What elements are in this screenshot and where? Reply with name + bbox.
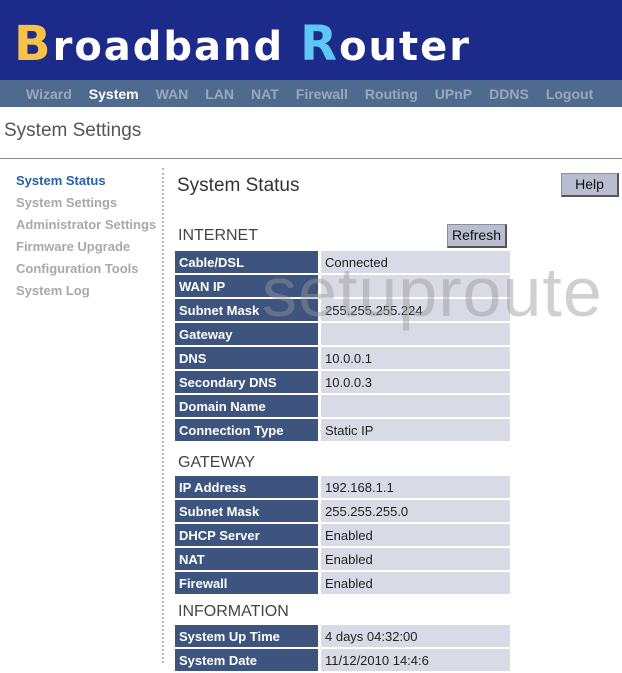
row-label: System Date <box>175 649 321 671</box>
vertical-divider <box>162 168 164 663</box>
row-label: Subnet Mask <box>175 299 321 321</box>
help-button[interactable]: Help <box>561 173 619 197</box>
information-heading: INFORMATION <box>178 603 289 620</box>
row-value: 255.255.255.0 <box>321 500 510 522</box>
logo: Broadband Router <box>14 16 471 72</box>
top-nav: Wizard System WAN LAN NAT Firewall Routing UPnP… <box>0 80 622 107</box>
row-label: System Up Time <box>175 625 321 647</box>
table-row: WAN IP <box>175 275 510 297</box>
sidebar-item-system-log[interactable]: System Log <box>16 283 156 305</box>
row-label: IP Address <box>175 476 321 498</box>
table-row: Domain Name <box>175 395 510 417</box>
internet-table: Cable/DSL Connected WAN IP Subnet Mask 255.2… <box>175 249 510 443</box>
row-label: WAN IP <box>175 275 321 297</box>
row-label: DNS <box>175 347 321 369</box>
header-banner: Broadband Router <box>0 0 622 80</box>
row-value: Enabled <box>321 548 510 570</box>
sidebar-item-administrator-settings[interactable]: Administrator Settings <box>16 217 156 239</box>
row-label: DHCP Server <box>175 524 321 546</box>
sidebar-item-firmware-upgrade[interactable]: Firmware Upgrade <box>16 239 156 261</box>
row-value: Connected <box>321 251 510 273</box>
row-value <box>321 395 510 417</box>
row-label: NAT <box>175 548 321 570</box>
table-row: DNS 10.0.0.1 <box>175 347 510 369</box>
sidebar-item-configuration-tools[interactable]: Configuration Tools <box>16 261 156 283</box>
refresh-button[interactable]: Refresh <box>447 224 507 248</box>
table-row: Firewall Enabled <box>175 572 510 594</box>
row-value: 4 days 04:32:00 <box>321 625 510 647</box>
row-value <box>321 275 510 297</box>
row-label: Cable/DSL <box>175 251 321 273</box>
row-label: Domain Name <box>175 395 321 417</box>
sidebar: System Status System Settings Administrato… <box>16 173 156 305</box>
row-value: 255.255.255.224 <box>321 299 510 321</box>
row-value: Enabled <box>321 524 510 546</box>
table-row: Cable/DSL Connected <box>175 251 510 273</box>
nav-item-lan[interactable]: LAN <box>205 86 234 102</box>
gateway-heading: GATEWAY <box>178 454 256 471</box>
nav-item-ddns[interactable]: DDNS <box>489 86 529 102</box>
nav-item-system[interactable]: System <box>89 86 139 102</box>
table-row: System Date 11/12/2010 14:4:6 <box>175 649 510 671</box>
content-title: System Status <box>177 175 300 196</box>
gateway-table: IP Address 192.168.1.1 Subnet Mask 255.255.… <box>175 474 510 596</box>
row-label: Gateway <box>175 323 321 345</box>
table-row: NAT Enabled <box>175 548 510 570</box>
row-value: 192.168.1.1 <box>321 476 510 498</box>
nav-item-wizard[interactable]: Wizard <box>26 86 72 102</box>
table-row: Connection Type Static IP <box>175 419 510 441</box>
table-row: Secondary DNS 10.0.0.3 <box>175 371 510 393</box>
table-row: DHCP Server Enabled <box>175 524 510 546</box>
nav-item-logout[interactable]: Logout <box>546 86 593 102</box>
table-row: Gateway <box>175 323 510 345</box>
nav-item-wan[interactable]: WAN <box>156 86 189 102</box>
nav-item-firewall[interactable]: Firewall <box>296 86 348 102</box>
page-title: System Settings <box>4 120 142 141</box>
row-value: Static IP <box>321 419 510 441</box>
nav-item-upnp[interactable]: UPnP <box>435 86 472 102</box>
sidebar-item-system-status[interactable]: System Status <box>16 173 156 195</box>
row-value: Enabled <box>321 572 510 594</box>
internet-heading: INTERNET <box>178 227 258 244</box>
sidebar-item-system-settings[interactable]: System Settings <box>16 195 156 217</box>
row-value <box>321 323 510 345</box>
table-row: Subnet Mask 255.255.255.224 <box>175 299 510 321</box>
information-table: System Up Time 4 days 04:32:00 System Date… <box>175 623 510 673</box>
nav-item-nat[interactable]: NAT <box>251 86 279 102</box>
row-value: 10.0.0.3 <box>321 371 510 393</box>
row-label: Secondary DNS <box>175 371 321 393</box>
row-label: Firewall <box>175 572 321 594</box>
divider <box>0 158 622 159</box>
row-value: 11/12/2010 14:4:6 <box>321 649 510 671</box>
row-label: Subnet Mask <box>175 500 321 522</box>
row-label: Connection Type <box>175 419 321 441</box>
table-row: Subnet Mask 255.255.255.0 <box>175 500 510 522</box>
row-value: 10.0.0.1 <box>321 347 510 369</box>
table-row: System Up Time 4 days 04:32:00 <box>175 625 510 647</box>
table-row: IP Address 192.168.1.1 <box>175 476 510 498</box>
nav-item-routing[interactable]: Routing <box>365 86 418 102</box>
